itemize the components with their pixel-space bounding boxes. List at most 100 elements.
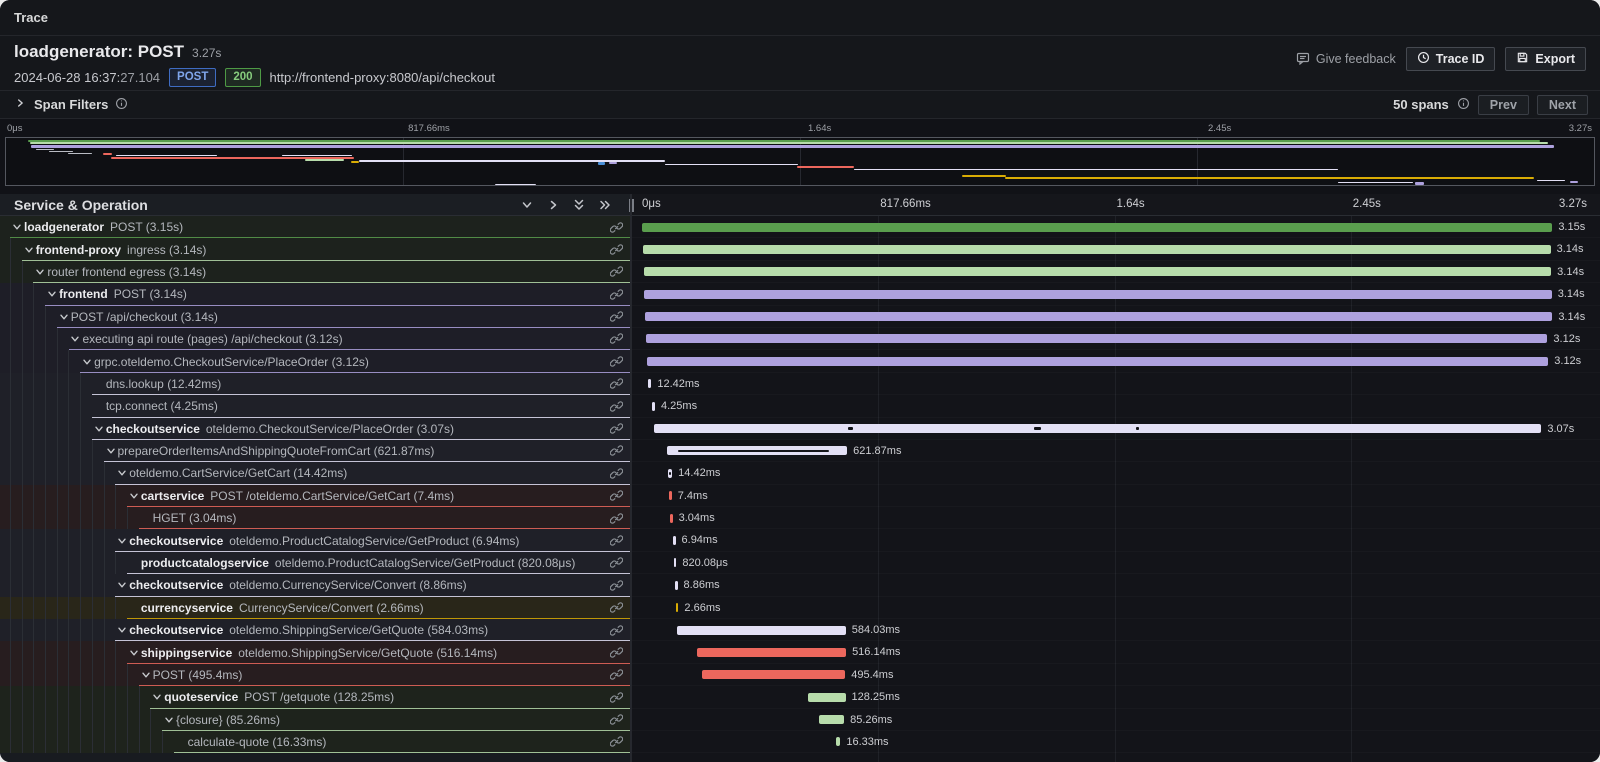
span-duration-bar[interactable] <box>667 446 847 455</box>
span-duration-bar[interactable] <box>652 402 655 411</box>
span-duration-bar[interactable] <box>676 603 679 612</box>
span-link-icon[interactable] <box>610 422 623 435</box>
span-row-label-cell[interactable]: cartservicePOST /oteldemo.CartService/Ge… <box>0 485 630 507</box>
span-duration-bar[interactable] <box>648 379 652 388</box>
span-row-label-cell[interactable]: POST /api/checkout (3.14s) <box>0 306 630 328</box>
collapse-toggle-icon[interactable] <box>92 418 106 440</box>
span-row-label-cell[interactable]: shippingserviceoteldemo.ShippingService/… <box>0 641 630 663</box>
collapse-toggle-icon[interactable] <box>33 261 47 283</box>
span-link-icon[interactable] <box>610 310 623 323</box>
span-duration-bar[interactable] <box>654 424 1541 433</box>
collapse-toggle-icon[interactable] <box>127 641 141 663</box>
span-row-label-cell[interactable]: POST (495.4ms) <box>0 664 630 686</box>
span-link-icon[interactable] <box>610 489 623 502</box>
collapse-toggle-icon[interactable] <box>150 686 164 708</box>
chevron-right-icon[interactable] <box>14 97 26 112</box>
span-link-icon[interactable] <box>610 534 623 547</box>
prev-span-button[interactable]: Prev <box>1478 95 1529 115</box>
span-filters-label[interactable]: Span Filters <box>34 97 108 112</box>
span-duration-bar[interactable] <box>642 223 1552 232</box>
info-icon[interactable] <box>1457 97 1470 113</box>
expand-all-icon[interactable] <box>598 198 612 212</box>
info-icon[interactable] <box>115 97 128 113</box>
span-duration-bar[interactable] <box>673 536 676 545</box>
span-link-icon[interactable] <box>610 646 623 659</box>
span-duration-bar[interactable] <box>643 245 1550 254</box>
span-duration-bar[interactable] <box>668 469 672 478</box>
span-row-label-cell[interactable]: checkoutserviceoteldemo.CheckoutService/… <box>0 418 630 440</box>
span-row-label-cell[interactable]: router frontend egress (3.14s) <box>0 261 630 283</box>
span-row-label-cell[interactable]: quoteservicePOST /getquote (128.25ms) <box>0 686 630 708</box>
next-span-button[interactable]: Next <box>1537 95 1588 115</box>
span-link-icon[interactable] <box>610 713 623 726</box>
span-duration-bar[interactable] <box>674 558 677 567</box>
span-duration-bar[interactable] <box>645 312 1552 321</box>
span-row-label-cell[interactable]: oteldemo.CartService/GetCart (14.42ms) <box>0 462 630 484</box>
collapse-one-icon[interactable] <box>520 198 534 212</box>
collapse-toggle-icon[interactable] <box>104 440 118 462</box>
span-row-label-cell[interactable]: checkoutserviceoteldemo.CurrencyService/… <box>0 574 630 596</box>
collapse-toggle-icon[interactable] <box>115 462 129 484</box>
span-row-label-cell[interactable]: currencyserviceCurrencyService/Convert (… <box>0 597 630 619</box>
span-link-icon[interactable] <box>610 624 623 637</box>
span-link-icon[interactable] <box>610 243 623 256</box>
span-link-icon[interactable] <box>610 601 623 614</box>
collapse-toggle-icon[interactable] <box>45 283 59 305</box>
trace-id-button[interactable]: Trace ID <box>1406 47 1496 71</box>
span-duration-bar[interactable] <box>670 514 673 523</box>
span-duration-bar[interactable] <box>669 491 672 500</box>
span-link-icon[interactable] <box>610 668 623 681</box>
collapse-toggle-icon[interactable] <box>115 619 129 641</box>
minimap-canvas[interactable] <box>5 137 1595 186</box>
span-row-label-cell[interactable]: frontend-proxyingress (3.14s) <box>0 238 630 260</box>
span-duration-bar[interactable] <box>702 670 845 679</box>
span-duration-bar[interactable] <box>644 290 1551 299</box>
span-link-icon[interactable] <box>610 444 623 457</box>
span-link-icon[interactable] <box>610 377 623 390</box>
collapse-toggle-icon[interactable] <box>115 574 129 596</box>
collapse-toggle-icon[interactable] <box>80 350 94 372</box>
span-row-label-cell[interactable]: dns.lookup (12.42ms) <box>0 373 630 395</box>
span-link-icon[interactable] <box>610 265 623 278</box>
span-duration-bar[interactable] <box>808 693 845 702</box>
span-link-icon[interactable] <box>610 579 623 592</box>
span-link-icon[interactable] <box>610 355 623 368</box>
span-row-label-cell[interactable]: frontendPOST (3.14s) <box>0 283 630 305</box>
expand-one-icon[interactable] <box>546 198 560 212</box>
collapse-toggle-icon[interactable] <box>115 529 129 551</box>
span-row-label-cell[interactable]: executing api route (pages) /api/checkou… <box>0 328 630 350</box>
span-duration-bar[interactable] <box>675 581 678 590</box>
span-row-label-cell[interactable]: productcatalogserviceoteldemo.ProductCat… <box>0 552 630 574</box>
span-link-icon[interactable] <box>610 400 623 413</box>
span-link-icon[interactable] <box>610 288 623 301</box>
span-link-icon[interactable] <box>610 467 623 480</box>
collapse-toggle-icon[interactable] <box>139 664 153 686</box>
span-row-label-cell[interactable]: HGET (3.04ms) <box>0 507 630 529</box>
collapse-toggle-icon[interactable] <box>127 485 141 507</box>
span-link-icon[interactable] <box>610 735 623 748</box>
span-duration-bar[interactable] <box>819 715 844 724</box>
collapse-toggle-icon[interactable] <box>57 306 71 328</box>
span-duration-bar[interactable] <box>836 737 841 746</box>
span-link-icon[interactable] <box>610 556 623 569</box>
span-link-icon[interactable] <box>610 332 623 345</box>
span-row-label-cell[interactable]: checkoutserviceoteldemo.ShippingService/… <box>0 619 630 641</box>
span-row-label-cell[interactable]: checkoutserviceoteldemo.ProductCatalogSe… <box>0 529 630 551</box>
collapse-toggle-icon[interactable] <box>162 709 176 731</box>
span-link-icon[interactable] <box>610 221 623 234</box>
span-row-label-cell[interactable]: calculate-quote (16.33ms) <box>0 731 630 753</box>
span-link-icon[interactable] <box>610 691 623 704</box>
span-duration-bar[interactable] <box>697 648 846 657</box>
span-row-label-cell[interactable]: grpc.oteldemo.CheckoutService/PlaceOrder… <box>0 350 630 372</box>
collapse-toggle-icon[interactable] <box>10 216 24 238</box>
collapse-toggle-icon[interactable] <box>68 328 82 350</box>
span-duration-bar[interactable] <box>677 626 846 635</box>
span-row-label-cell[interactable]: tcp.connect (4.25ms) <box>0 395 630 417</box>
span-duration-bar[interactable] <box>647 357 1549 366</box>
span-row-label-cell[interactable]: loadgeneratorPOST (3.15s) <box>0 216 630 238</box>
span-row-label-cell[interactable]: {closure} (85.26ms) <box>0 709 630 731</box>
collapse-toggle-icon[interactable] <box>22 238 36 260</box>
span-duration-bar[interactable] <box>644 267 1551 276</box>
span-row-label-cell[interactable]: prepareOrderItemsAndShippingQuoteFromCar… <box>0 440 630 462</box>
export-button[interactable]: Export <box>1505 47 1586 71</box>
